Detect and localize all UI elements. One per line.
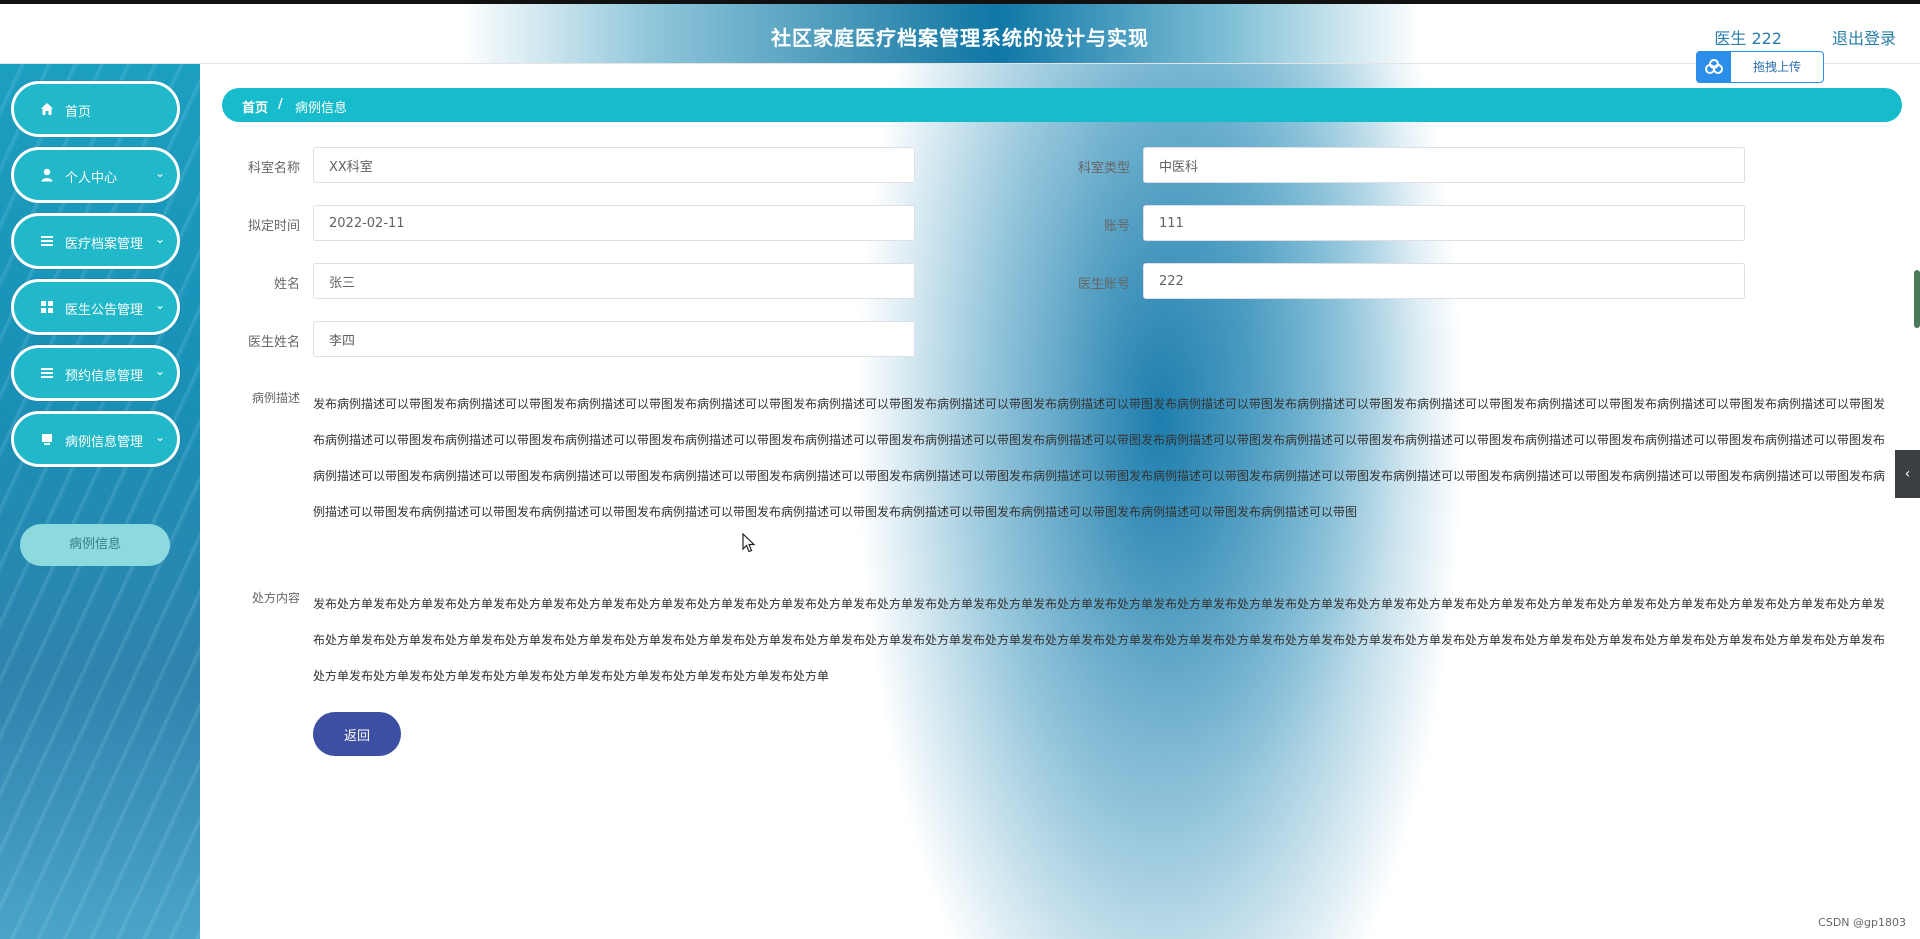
department-type-label: 科室类型 [1077, 161, 1130, 176]
logout-button[interactable]: 退出登录 [1832, 25, 1896, 49]
window-top-border [0, 0, 1920, 4]
case-detail-form: 科室名称 科室类型 拟定时间 账号 姓名 医生账号 医生姓名 病例描述 发布病例… [200, 130, 1920, 939]
breadcrumb-current: 病例信息 [295, 101, 348, 116]
side-panel-toggle[interactable]: ‹ [1895, 450, 1920, 498]
department-name-field[interactable] [313, 147, 915, 183]
upload-button[interactable]: 拖拽上传 [1696, 51, 1824, 83]
sidebar-item-case-info[interactable]: 病例信息管理 ⌄ [11, 411, 180, 467]
sidebar-item-label: 预约信息管理 [65, 369, 144, 384]
breadcrumb-separator: / [278, 97, 283, 112]
chevron-down-icon: ⌄ [154, 364, 165, 378]
breadcrumb: 首页 / 病例信息 [222, 88, 1902, 122]
folder-icon [40, 432, 54, 446]
header: 社区家庭医疗档案管理系统的设计与实现 医生 222 退出登录 [0, 4, 1920, 64]
chevron-down-icon: ⌄ [154, 232, 165, 246]
sidebar-item-label: 医疗档案管理 [65, 237, 144, 252]
sidebar-subitem-case-info[interactable]: 病例信息 [20, 524, 170, 566]
case-description-label: 病例描述 [251, 391, 300, 405]
chevron-down-icon: ⌄ [154, 298, 165, 312]
sidebar-item-label: 首页 [65, 105, 92, 120]
patient-name-field[interactable] [313, 263, 915, 299]
doctor-account-label: 医生账号 [1077, 277, 1130, 292]
chevron-down-icon: ⌄ [154, 430, 165, 444]
upload-label: 拖拽上传 [1752, 60, 1801, 74]
scrollbar-thumb[interactable] [1914, 270, 1920, 328]
home-icon [40, 102, 54, 116]
sidebar-item-label: 病例信息管理 [65, 435, 144, 450]
watermark: CSDN @gp1803 [1818, 916, 1906, 929]
department-type-field[interactable] [1143, 147, 1745, 183]
planned-time-field[interactable] [313, 205, 915, 241]
department-name-label: 科室名称 [247, 161, 300, 176]
case-description-text: 发布病例描述可以带图发布病例描述可以带图发布病例描述可以带图发布病例描述可以带图… [313, 397, 1886, 519]
sidebar-item-label: 个人中心 [65, 171, 118, 186]
sidebar-item-medical-records[interactable]: 医疗档案管理 ⌄ [11, 213, 180, 269]
sidebar-item-appointments[interactable]: 预约信息管理 ⌄ [11, 345, 180, 401]
sidebar-item-personal-center[interactable]: 个人中心 ⌄ [11, 147, 180, 203]
sidebar-item-home[interactable]: 首页 [11, 81, 180, 137]
list-icon [40, 234, 54, 248]
app-title: 社区家庭医疗档案管理系统的设计与实现 [771, 26, 1149, 50]
doctor-account-field[interactable] [1143, 263, 1745, 299]
grid-icon [40, 300, 54, 314]
user-label: 医生 222 [1714, 29, 1782, 48]
patient-name-label: 姓名 [273, 277, 300, 292]
doctor-name-field[interactable] [313, 321, 915, 357]
back-button[interactable]: 返回 [313, 712, 401, 756]
account-field[interactable] [1143, 205, 1745, 241]
sidebar-item-label: 医生公告管理 [65, 303, 144, 318]
sidebar-item-doctor-notices[interactable]: 医生公告管理 ⌄ [11, 279, 180, 335]
chevron-left-icon: ‹ [1904, 466, 1911, 482]
prescription-text: 发布处方单发布处方单发布处方单发布处方单发布处方单发布处方单发布处方单发布处方单… [313, 597, 1886, 683]
chevron-down-icon: ⌄ [154, 166, 165, 180]
cloud-upload-icon [1697, 52, 1731, 82]
list-icon [40, 366, 54, 380]
account-label: 账号 [1103, 219, 1130, 234]
breadcrumb-home[interactable]: 首页 [242, 97, 268, 116]
doctor-name-label: 医生姓名 [247, 335, 300, 350]
prescription-label: 处方内容 [251, 591, 300, 605]
mouse-cursor-icon [742, 533, 756, 553]
planned-time-label: 拟定时间 [247, 219, 300, 234]
sidebar: 首页 个人中心 ⌄ 医疗档案管理 ⌄ 医生公告管理 ⌄ 预约信息管理 ⌄ 病例信… [0, 64, 200, 939]
user-icon [40, 168, 54, 182]
